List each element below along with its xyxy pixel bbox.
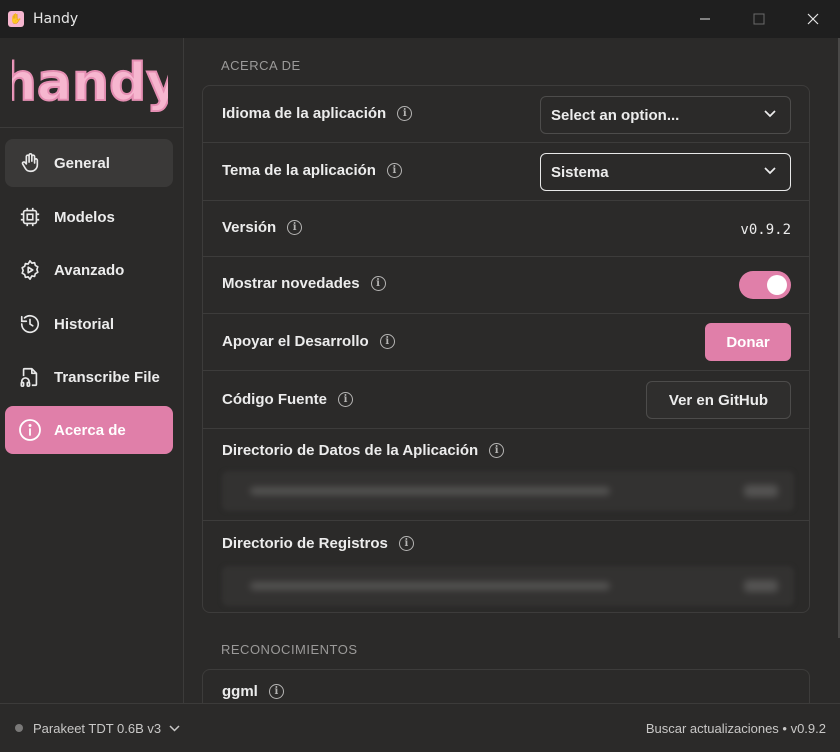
sidebar-item-label: Transcribe File bbox=[54, 368, 160, 386]
show-news-toggle[interactable] bbox=[739, 271, 791, 299]
info-icon bbox=[15, 415, 45, 445]
logs-dir-label: Directorio de Registros i bbox=[222, 535, 414, 552]
cpu-icon bbox=[15, 202, 45, 232]
check-updates-link[interactable]: Buscar actualizaciones • v0.9.2 bbox=[646, 721, 826, 736]
language-label: Idioma de la aplicación i bbox=[222, 105, 413, 122]
section-title-about: ACERCA DE bbox=[221, 58, 301, 73]
history-icon bbox=[15, 309, 45, 339]
sidebar-item-label: Avanzado bbox=[54, 261, 125, 279]
cog-play-icon bbox=[15, 255, 45, 285]
about-card: Idioma de la aplicación i Select an opti… bbox=[202, 85, 810, 613]
logs-dir-path[interactable] bbox=[222, 566, 794, 606]
close-button[interactable] bbox=[786, 0, 840, 38]
info-icon[interactable]: i bbox=[379, 334, 395, 349]
github-button[interactable]: Ver en GitHub bbox=[646, 381, 791, 419]
acknowledgements-card: ggml i bbox=[202, 669, 810, 703]
sidebar-item-acerca-de[interactable]: Acerca de bbox=[5, 406, 173, 454]
source-row: Código Fuente i Ver en GitHub bbox=[203, 371, 809, 429]
blurred-path-text bbox=[250, 487, 610, 495]
title-bar: ✋ Handy bbox=[0, 0, 840, 38]
info-icon[interactable]: i bbox=[370, 276, 386, 291]
language-row: Idioma de la aplicación i Select an opti… bbox=[203, 86, 809, 143]
handy-logo: handy bbox=[12, 52, 168, 114]
hand-icon bbox=[15, 148, 45, 178]
sidebar-item-label: Historial bbox=[54, 315, 115, 333]
model-selector[interactable]: Parakeet TDT 0.6B v3 bbox=[33, 721, 161, 736]
ggml-label: ggml i bbox=[222, 683, 284, 700]
language-select[interactable]: Select an option... bbox=[540, 96, 791, 134]
sidebar-divider bbox=[0, 127, 184, 128]
model-status-dot bbox=[15, 724, 23, 732]
window-controls bbox=[678, 0, 840, 38]
maximize-icon bbox=[753, 13, 765, 25]
window-title: Handy bbox=[33, 11, 79, 27]
app-data-dir-label: Directorio de Datos de la Aplicación i bbox=[222, 442, 505, 459]
info-icon[interactable]: i bbox=[287, 220, 303, 235]
show-news-row: Mostrar novedades i bbox=[203, 257, 809, 314]
source-label: Código Fuente i bbox=[222, 391, 353, 408]
sidebar: handy General Modelos Avanzado Historial… bbox=[0, 38, 184, 703]
app-data-dir-row: Directorio de Datos de la Aplicación i bbox=[203, 429, 809, 521]
version-value: v0.9.2 bbox=[740, 222, 791, 238]
status-bar: Parakeet TDT 0.6B v3 Buscar actualizacio… bbox=[0, 703, 840, 752]
sidebar-item-historial[interactable]: Historial bbox=[5, 300, 173, 348]
close-icon bbox=[807, 13, 819, 25]
sidebar-item-general[interactable]: General bbox=[5, 139, 173, 187]
sidebar-item-label: General bbox=[54, 154, 110, 172]
minimize-icon bbox=[700, 18, 710, 20]
main-content[interactable]: ACERCA DE Idioma de la aplicación i Sele… bbox=[185, 38, 840, 703]
chevron-down-icon bbox=[764, 167, 776, 175]
theme-select[interactable]: Sistema bbox=[540, 153, 791, 191]
sidebar-item-modelos[interactable]: Modelos bbox=[5, 193, 173, 241]
chevron-down-icon bbox=[764, 110, 776, 118]
chevron-down-icon[interactable] bbox=[169, 724, 180, 732]
info-icon[interactable]: i bbox=[398, 536, 414, 551]
sidebar-item-label: Modelos bbox=[54, 208, 115, 226]
maximize-button[interactable] bbox=[732, 0, 786, 38]
info-icon[interactable]: i bbox=[268, 684, 284, 699]
version-label: Versión i bbox=[222, 219, 303, 236]
blurred-open-button bbox=[744, 485, 778, 497]
sidebar-item-transcribe-file[interactable]: Transcribe File bbox=[5, 353, 173, 401]
version-row: Versión i v0.9.2 bbox=[203, 201, 809, 257]
support-row: Apoyar el Desarrollo i Donar bbox=[203, 314, 809, 371]
donate-button[interactable]: Donar bbox=[705, 323, 791, 361]
logs-dir-row: Directorio de Registros i bbox=[203, 521, 809, 613]
info-icon[interactable]: i bbox=[397, 106, 413, 121]
info-icon[interactable]: i bbox=[386, 163, 402, 178]
sidebar-item-avanzado[interactable]: Avanzado bbox=[5, 246, 173, 294]
svg-text:handy: handy bbox=[12, 53, 168, 113]
handy-app-icon: ✋ bbox=[8, 11, 24, 27]
app-data-dir-path[interactable] bbox=[222, 471, 794, 511]
minimize-button[interactable] bbox=[678, 0, 732, 38]
support-label: Apoyar el Desarrollo i bbox=[222, 333, 395, 350]
file-audio-icon bbox=[15, 362, 45, 392]
blurred-path-text bbox=[250, 582, 610, 590]
info-icon[interactable]: i bbox=[338, 392, 353, 407]
info-icon[interactable]: i bbox=[489, 443, 505, 458]
section-title-acknowledgements: RECONOCIMIENTOS bbox=[221, 642, 358, 657]
show-news-label: Mostrar novedades i bbox=[222, 275, 386, 292]
blurred-open-button bbox=[744, 580, 778, 592]
theme-row: Tema de la aplicación i Sistema bbox=[203, 143, 809, 201]
sidebar-item-label: Acerca de bbox=[54, 421, 126, 439]
theme-label: Tema de la aplicación i bbox=[222, 162, 402, 179]
toggle-knob bbox=[767, 275, 787, 295]
